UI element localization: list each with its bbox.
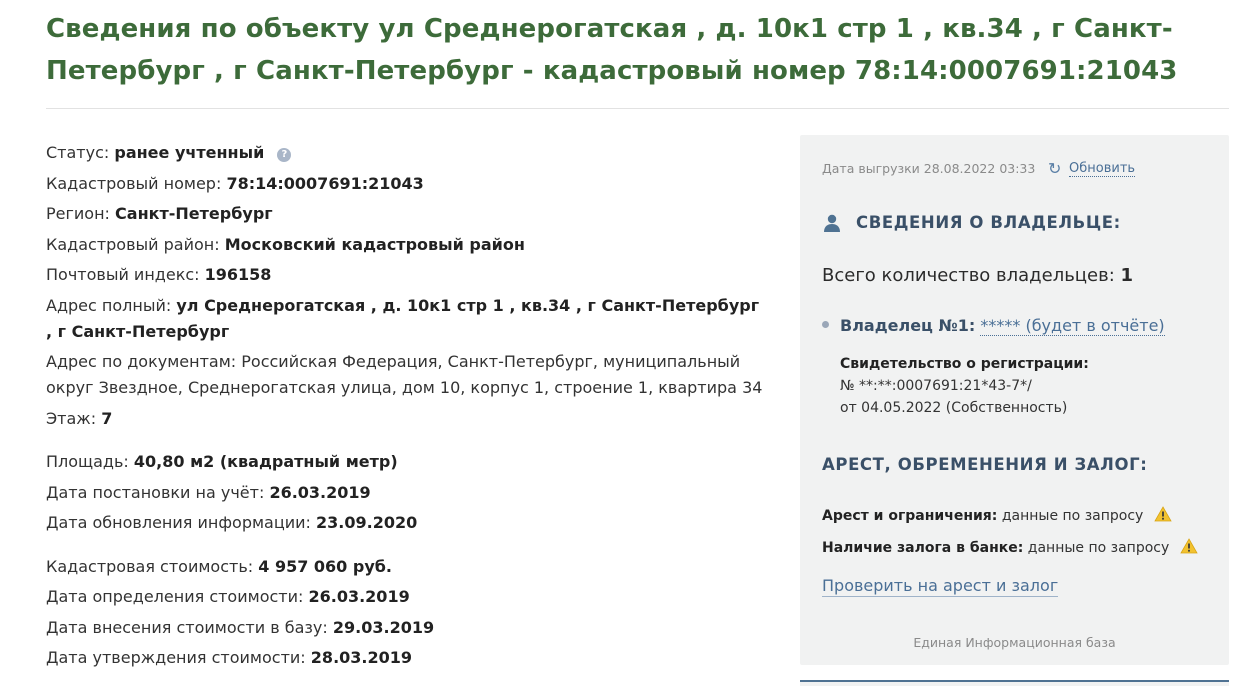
detail-value: 23.09.2020 bbox=[316, 513, 418, 532]
detail-address-full: Адрес полный: ул Среднерогатская , д. 10… bbox=[46, 293, 766, 345]
detail-value: 26.03.2019 bbox=[308, 587, 410, 606]
detail-cadastral-number: Кадастровый номер: 78:14:0007691:21043 bbox=[46, 171, 766, 197]
detail-value: 4 957 060 руб. bbox=[258, 556, 393, 576]
detail-value: 28.03.2019 bbox=[310, 648, 413, 667]
detail-label: Кадастровый район: bbox=[46, 234, 220, 254]
detail-value: 40,80 м2 (квадратный метр) bbox=[133, 452, 398, 471]
question-circle-icon[interactable]: ? bbox=[277, 148, 292, 162]
detail-label: Адрес полный: bbox=[46, 295, 172, 315]
object-details: Статус: ранее учтенный ? Кадастровый ном… bbox=[46, 140, 766, 676]
warning-icon bbox=[1180, 538, 1198, 554]
title-divider bbox=[46, 108, 1229, 109]
detail-floor: Этаж: 7 bbox=[46, 406, 766, 432]
user-icon bbox=[824, 214, 840, 232]
owners-count: Всего количество владельцев: 1 bbox=[822, 265, 1133, 286]
panel-footer: Единая Информационная база bbox=[913, 635, 1116, 650]
detail-label: Дата определения стоимости: bbox=[46, 587, 304, 606]
refresh-icon[interactable]: ↻ bbox=[1048, 159, 1061, 178]
detail-value: Санкт-Петербург bbox=[115, 204, 273, 223]
detail-label: Кадастровый номер: bbox=[46, 173, 222, 193]
page-title: Сведения по объекту ул Среднерогатская ,… bbox=[46, 14, 1178, 86]
cert-date: от 04.05.2022 (Собственность) bbox=[840, 400, 1068, 416]
detail-cost: Кадастровая стоимость: 4 957 060 руб. bbox=[46, 554, 766, 580]
detail-value: 26.03.2019 bbox=[269, 482, 371, 502]
detail-region: Регион: Санкт-Петербург bbox=[46, 201, 766, 227]
cert-label: Свидетельство о регистрации: bbox=[840, 356, 1089, 372]
detail-address-docs: Адрес по документам: Российская Федераци… bbox=[46, 349, 766, 401]
check-arrest-link[interactable]: Проверить на арест и залог bbox=[822, 576, 1059, 597]
detail-label: Статус: bbox=[46, 143, 110, 162]
detail-value: 78:14:0007691:21043 bbox=[226, 173, 424, 193]
refresh-link[interactable]: Обновить bbox=[1069, 161, 1136, 177]
detail-status: Статус: ранее учтенный ? bbox=[46, 140, 766, 166]
cert-number: № **:**:0007691:21*43-7*/ bbox=[840, 378, 1032, 394]
warning-icon bbox=[1154, 506, 1172, 522]
pledge-label: Наличие залога в банке: bbox=[822, 540, 1024, 556]
detail-label: Дата обновления информации: bbox=[46, 513, 311, 532]
detail-value: 7 bbox=[101, 408, 113, 428]
arrest-section-title: АРЕСТ, ОБРЕМЕНЕНИЯ И ЗАЛОГ: bbox=[822, 455, 1148, 474]
detail-registered: Дата постановки на учёт: 26.03.2019 bbox=[46, 480, 766, 506]
owner-bullet bbox=[822, 321, 829, 328]
detail-district: Кадастровый район: Московский кадастровы… bbox=[46, 232, 766, 258]
registration-certificate: Свидетельство о регистрации: № **:**:000… bbox=[840, 353, 1089, 419]
detail-label: Адрес по документам: bbox=[46, 352, 237, 371]
pledge-value: данные по запросу bbox=[1027, 540, 1170, 556]
owner-item: Владелец №1: ***** (будет в отчёте) bbox=[840, 316, 1165, 336]
detail-value: ранее учтенный bbox=[114, 143, 265, 162]
export-date: Дата выгрузки 28.08.2022 03:33 bbox=[822, 161, 1036, 176]
detail-updated: Дата обновления информации: 23.09.2020 bbox=[46, 510, 766, 536]
owners-count-label: Всего количество владельцев: bbox=[822, 265, 1115, 286]
arrest-value: данные по запросу bbox=[1001, 508, 1144, 524]
detail-area: Площадь: 40,80 м2 (квадратный метр) bbox=[46, 449, 766, 475]
arrest-row: Арест и ограничения: данные по запросу bbox=[822, 506, 1172, 524]
detail-value: 29.03.2019 bbox=[332, 617, 435, 637]
detail-cost-approved: Дата утверждения стоимости: 28.03.2019 bbox=[46, 645, 766, 671]
detail-label: Дата утверждения стоимости: bbox=[46, 648, 306, 667]
detail-label: Регион: bbox=[46, 204, 110, 223]
owners-count-value: 1 bbox=[1120, 265, 1134, 286]
detail-label: Площадь: bbox=[46, 452, 129, 471]
arrest-label: Арест и ограничения: bbox=[822, 508, 998, 524]
info-panel: Дата выгрузки 28.08.2022 03:33 ↻ Обновит… bbox=[800, 135, 1229, 665]
detail-value: Московский кадастровый район bbox=[224, 234, 525, 254]
detail-label: Почтовый индекс: bbox=[46, 265, 200, 284]
detail-postal-code: Почтовый индекс: 196158 bbox=[46, 262, 766, 288]
detail-label: Кадастровая стоимость: bbox=[46, 556, 254, 576]
owner-label: Владелец №1: bbox=[840, 316, 976, 335]
detail-label: Этаж: bbox=[46, 408, 97, 428]
pledge-row: Наличие залога в банке: данные по запрос… bbox=[822, 538, 1198, 556]
detail-label: Дата внесения стоимости в базу: bbox=[46, 617, 328, 637]
owner-report-link[interactable]: ***** (будет в отчёте) bbox=[980, 316, 1165, 336]
detail-value: 196158 bbox=[204, 265, 272, 284]
detail-cost-determined: Дата определения стоимости: 26.03.2019 bbox=[46, 584, 766, 610]
detail-cost-entered: Дата внесения стоимости в базу: 29.03.20… bbox=[46, 615, 766, 641]
owner-section-title: СВЕДЕНИЯ О ВЛАДЕЛЬЦЕ: bbox=[856, 213, 1121, 232]
next-panel-edge bbox=[800, 680, 1229, 686]
detail-label: Дата постановки на учёт: bbox=[46, 482, 265, 502]
